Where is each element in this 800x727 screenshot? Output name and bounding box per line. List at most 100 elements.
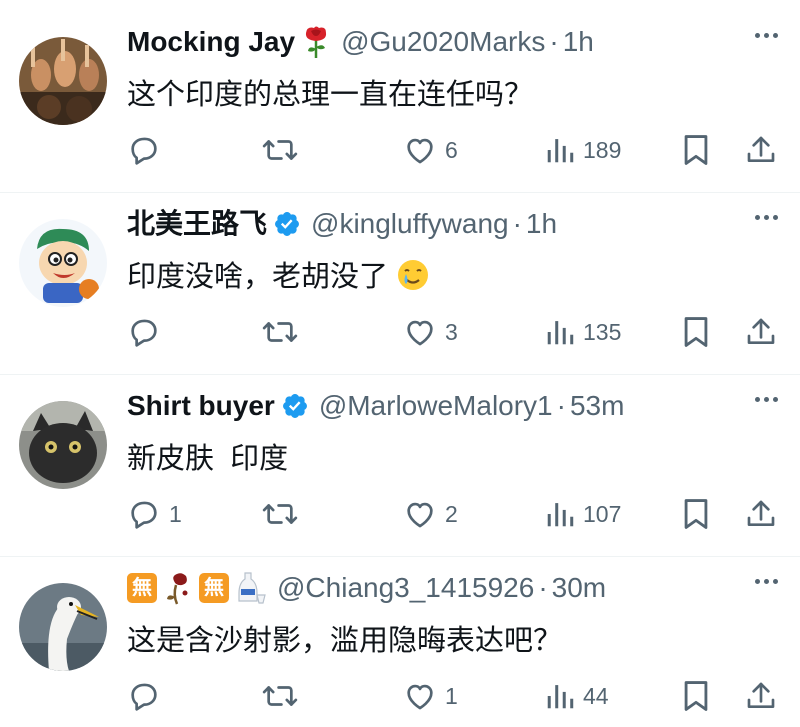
like-button[interactable]: 1: [403, 676, 458, 716]
like-icon: [407, 684, 433, 710]
share-button[interactable]: [745, 130, 777, 170]
like-count: 6: [445, 136, 458, 163]
view-count: 107: [583, 500, 622, 527]
like-count: 3: [445, 318, 458, 345]
wilted-rose-emoji-icon: [163, 571, 193, 605]
more-icon[interactable]: [755, 33, 778, 38]
like-button[interactable]: 3: [403, 312, 458, 352]
views-icon: [547, 321, 574, 345]
tweet-text: 印度没啥，老胡没了: [127, 261, 389, 293]
timestamp[interactable]: 1h: [526, 204, 557, 244]
tweet-1[interactable]: Mocking Jay @Gu2020Marks · 1h 这个印度的总理一直在…: [0, 0, 800, 181]
display-name[interactable]: Shirt buyer: [127, 386, 275, 426]
like-count: 1: [445, 682, 458, 709]
bookmark-button[interactable]: [681, 130, 711, 170]
more-icon[interactable]: [755, 579, 778, 584]
reply-icon: [131, 137, 157, 165]
tweet-3[interactable]: Shirt buyer @MarloweMalory1 · 53m 新皮肤 印度…: [0, 364, 800, 545]
avatar[interactable]: [19, 401, 107, 489]
views-icon: [547, 139, 574, 163]
like-icon: [407, 502, 433, 528]
view-count: 44: [583, 682, 609, 709]
like-count: 2: [445, 500, 458, 527]
verified-badge-icon: [273, 210, 301, 238]
tweet-text: 新皮肤 印度: [127, 443, 289, 475]
views-icon: [547, 685, 574, 709]
more-icon[interactable]: [755, 215, 778, 220]
avatar[interactable]: [19, 583, 107, 671]
verified-badge-icon: [281, 392, 309, 420]
retweet-icon: [262, 322, 298, 342]
avatar[interactable]: [19, 219, 107, 307]
retweet-icon: [262, 504, 298, 524]
tweet-actions: 3 135: [127, 312, 777, 352]
retweet-button[interactable]: [261, 130, 307, 170]
tweet-text-container: 印度没啥，老胡没了: [127, 256, 430, 304]
like-button[interactable]: 6: [403, 130, 458, 170]
bookmark-button[interactable]: [681, 494, 711, 534]
reply-button[interactable]: [127, 130, 169, 170]
views-button[interactable]: 107: [545, 494, 621, 534]
bookmark-icon: [684, 135, 708, 165]
more-icon[interactable]: [755, 397, 778, 402]
user-handle[interactable]: @Chiang3_1415926: [277, 568, 534, 608]
reply-button[interactable]: 1: [127, 494, 182, 534]
retweet-icon: [262, 686, 298, 706]
avatar[interactable]: [19, 37, 107, 125]
share-button[interactable]: [745, 494, 777, 534]
view-count: 135: [583, 318, 622, 345]
view-count: 189: [583, 136, 622, 163]
sake-emoji-icon: [235, 571, 267, 605]
reply-count: 1: [169, 500, 182, 527]
reply-icon: [131, 683, 157, 711]
separator-dot: ·: [538, 572, 548, 603]
share-button[interactable]: [745, 312, 777, 352]
timestamp[interactable]: 53m: [570, 386, 624, 426]
user-handle[interactable]: @Gu2020Marks: [341, 22, 545, 62]
tweet-header: 北美王路飞 @kingluffywang · 1h: [127, 204, 557, 244]
share-button[interactable]: [745, 676, 777, 716]
display-name[interactable]: 北美王路飞: [127, 204, 267, 244]
reply-icon: [131, 501, 157, 529]
share-icon: [747, 500, 775, 526]
tweet-header: Shirt buyer @MarloweMalory1 · 53m: [127, 386, 624, 426]
share-icon: [747, 318, 775, 344]
user-handle[interactable]: @kingluffywang: [311, 204, 509, 244]
tweet-actions: 1 2 107: [127, 494, 777, 534]
reply-button[interactable]: [127, 312, 169, 352]
like-button[interactable]: 2: [403, 494, 458, 534]
views-icon: [547, 503, 574, 527]
separator-dot: ·: [512, 208, 522, 239]
bookmark-button[interactable]: [681, 312, 711, 352]
crying-smile-emoji-icon: [396, 258, 430, 304]
tweet-header: 無 無 @Chiang3_1415926 · 30m: [127, 568, 606, 608]
reply-icon: [131, 319, 157, 347]
timestamp[interactable]: 30m: [552, 568, 606, 608]
tweet-2[interactable]: 北美王路飞 @kingluffywang · 1h 印度没啥，老胡没了 3 13…: [0, 182, 800, 363]
mu-emoji-icon: 無: [127, 573, 157, 603]
views-button[interactable]: 44: [545, 676, 609, 716]
display-name[interactable]: Mocking Jay: [127, 22, 295, 62]
reply-button[interactable]: [127, 676, 169, 716]
bookmark-icon: [684, 499, 708, 529]
tweet-header: Mocking Jay @Gu2020Marks · 1h: [127, 22, 594, 62]
share-icon: [747, 682, 775, 708]
views-button[interactable]: 189: [545, 130, 621, 170]
mu-emoji-icon: 無: [199, 573, 229, 603]
share-icon: [747, 136, 775, 162]
tweet-4[interactable]: 無 無 @Chiang3_1415926 · 30m 这是含沙射影，滥用隐晦表达…: [0, 546, 800, 727]
bookmark-button[interactable]: [681, 676, 711, 716]
like-icon: [407, 138, 433, 164]
tweet-actions: 6 189: [127, 130, 777, 170]
tweet-text: 这是含沙射影，滥用隐晦表达吧？: [127, 625, 563, 657]
views-button[interactable]: 135: [545, 312, 621, 352]
retweet-button[interactable]: [261, 676, 307, 716]
tweet-actions: 1 44: [127, 676, 777, 716]
retweet-button[interactable]: [261, 312, 307, 352]
bookmark-icon: [684, 681, 708, 711]
separator-dot: ·: [549, 26, 559, 57]
user-handle[interactable]: @MarloweMalory1: [319, 386, 553, 426]
like-icon: [407, 320, 433, 346]
timestamp[interactable]: 1h: [563, 22, 594, 62]
retweet-button[interactable]: [261, 494, 307, 534]
